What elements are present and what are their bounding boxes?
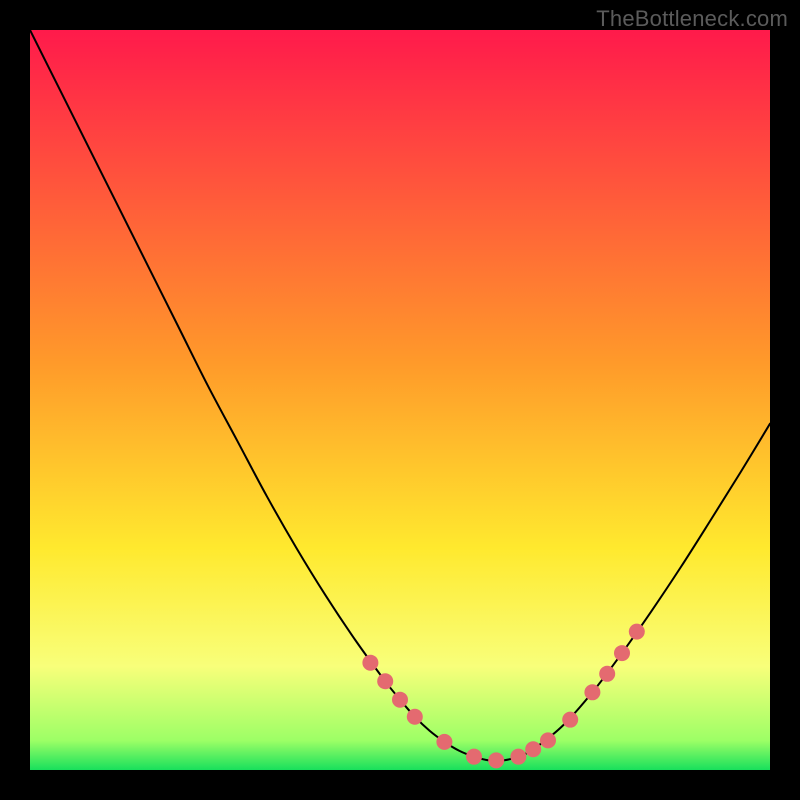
data-dot — [466, 749, 482, 765]
data-dot — [525, 741, 541, 757]
data-dot — [436, 734, 452, 750]
data-dot — [599, 666, 615, 682]
plot-area — [30, 30, 770, 770]
data-dot — [407, 709, 423, 725]
watermark-text: TheBottleneck.com — [596, 6, 788, 32]
data-dot — [510, 749, 526, 765]
gradient-background — [30, 30, 770, 770]
chart-svg — [30, 30, 770, 770]
data-dot — [584, 684, 600, 700]
data-dot — [614, 645, 630, 661]
data-dot — [362, 655, 378, 671]
chart-frame: TheBottleneck.com — [0, 0, 800, 800]
data-dot — [377, 673, 393, 689]
data-dot — [629, 624, 645, 640]
data-dot — [488, 752, 504, 768]
data-dot — [392, 692, 408, 708]
data-dot — [540, 732, 556, 748]
data-dot — [562, 712, 578, 728]
